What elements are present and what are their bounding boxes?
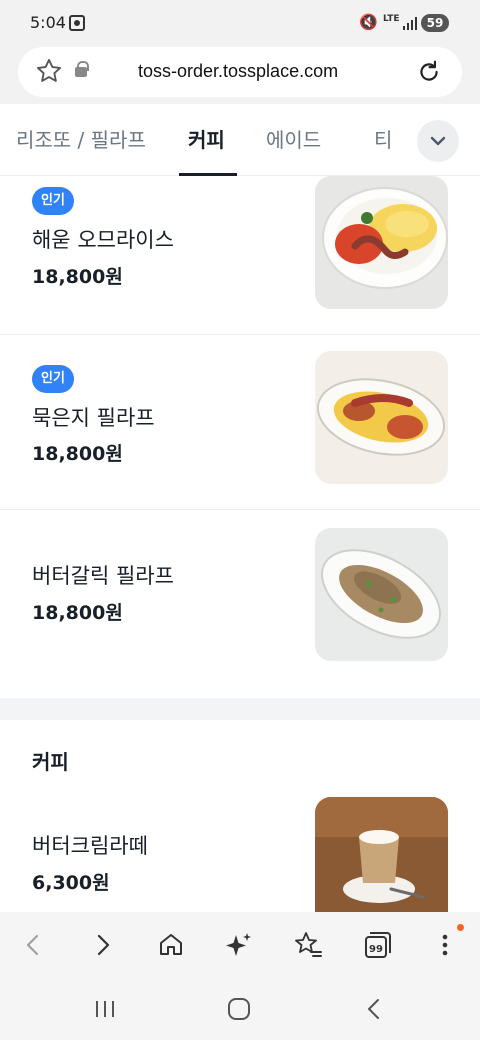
- item-name: 해욷 오므라이스: [32, 228, 174, 252]
- network-type: LTE: [383, 14, 400, 24]
- url-text[interactable]: toss-order.tossplace.com: [138, 61, 338, 82]
- sparkle-icon[interactable]: [222, 928, 256, 962]
- omurice-photo: [315, 176, 448, 309]
- garlic-pilaf-photo: [315, 528, 448, 661]
- back-icon[interactable]: [362, 996, 388, 1022]
- chevron-down-icon: [430, 136, 446, 146]
- category-tabs: 리조또 / 필라프 커피 에이드 티: [0, 104, 480, 176]
- lock-icon: [75, 61, 89, 77]
- item-price: 18,800원: [32, 266, 123, 288]
- expand-categories-button[interactable]: [417, 120, 459, 162]
- status-time: 5:04: [30, 13, 66, 32]
- popular-badge: 인기: [32, 365, 74, 393]
- item-price: 18,800원: [32, 602, 123, 624]
- item-name: 묵은지 필라프: [32, 406, 155, 430]
- pilaf-photo: [315, 351, 448, 484]
- section-title: 커피: [32, 750, 69, 774]
- mute-icon: 🔇: [359, 13, 378, 31]
- butter-cream-latte-photo: [315, 797, 448, 912]
- item-name: 버터갈릭 필라프: [32, 564, 174, 588]
- menu-item[interactable]: 버터갈릭 필라프 18,800원: [0, 510, 480, 698]
- chevron-left-icon[interactable]: [16, 928, 50, 962]
- star-icon[interactable]: [35, 57, 63, 85]
- section-separator: [0, 698, 480, 720]
- address-bar[interactable]: toss-order.tossplace.com: [18, 47, 462, 97]
- star-list-icon[interactable]: [291, 928, 325, 962]
- battery-indicator: 59: [421, 14, 449, 32]
- popular-badge: 인기: [32, 187, 74, 215]
- svg-text:99: 99: [369, 944, 383, 955]
- more-vertical-icon[interactable]: [428, 928, 462, 962]
- menu-item[interactable]: 인기 묵은지 필라프 18,800원: [0, 335, 480, 509]
- tab-tea[interactable]: 티: [374, 124, 392, 153]
- notification-dot: [457, 924, 464, 931]
- status-bar: 5:04 🔇 LTE 59: [0, 0, 480, 46]
- browser-navigation-bar: 99: [0, 912, 480, 978]
- home-button-icon[interactable]: [226, 996, 252, 1022]
- system-navigation-bar: [0, 978, 480, 1040]
- signal-icon: [403, 16, 417, 30]
- reload-icon[interactable]: [416, 59, 442, 85]
- tabs-icon[interactable]: 99: [360, 928, 394, 962]
- screen-record-icon: [69, 15, 85, 31]
- tab-coffee[interactable]: 커피: [188, 124, 225, 153]
- menu-item[interactable]: 인기 해욷 오므라이스 18,800원: [0, 176, 480, 334]
- home-icon[interactable]: [154, 928, 188, 962]
- chevron-right-icon[interactable]: [86, 928, 120, 962]
- tab-ade[interactable]: 에이드: [266, 124, 321, 153]
- browser-toolbar: toss-order.tossplace.com: [0, 46, 480, 104]
- item-price: 6,300원: [32, 872, 110, 894]
- menu-item[interactable]: 버터크림라떼 6,300원: [0, 790, 480, 912]
- item-price: 18,800원: [32, 443, 123, 465]
- recent-apps-icon[interactable]: [92, 996, 118, 1022]
- item-name: 버터크림라떼: [32, 834, 148, 858]
- tab-risotto-pilaf[interactable]: 리조또 / 필라프: [16, 124, 146, 153]
